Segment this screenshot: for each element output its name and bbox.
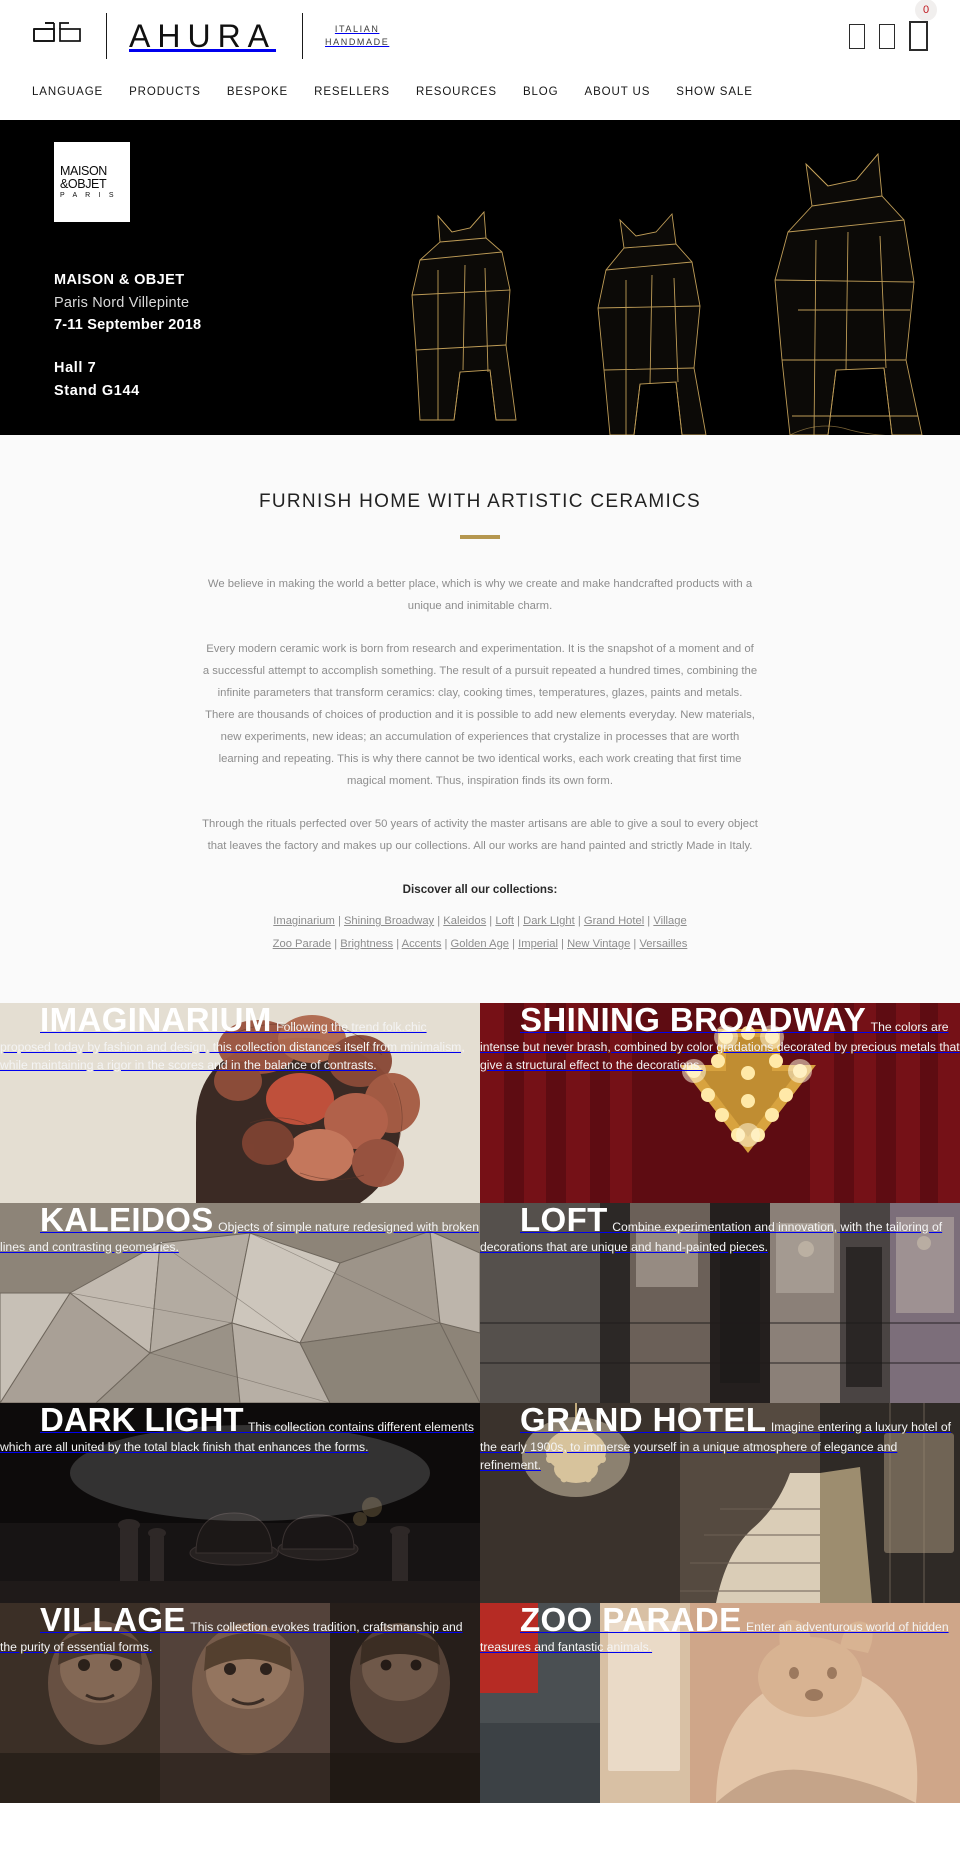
brand-divider-1 xyxy=(106,13,107,59)
hero-content: MAISON &OBJET P A R I S MAISON & OBJET P… xyxy=(0,120,960,403)
hero-event-venue: Paris Nord Villepinte xyxy=(54,294,190,311)
collection-link-kaleidos[interactable]: Kaleidos xyxy=(443,915,486,927)
intro-body: We believe in making the world a better … xyxy=(202,573,758,955)
brand-tagline-line-1: ITALIAN xyxy=(334,23,380,34)
hero-stand: Stand G144 xyxy=(54,382,140,399)
cart-count-badge: 0 xyxy=(915,0,937,21)
collection-tile-loft[interactable]: LOFT Combine experimentation and innovat… xyxy=(480,1202,960,1403)
maison-objet-logo-line-2: &OBJET xyxy=(60,176,107,191)
collection-link-brightness[interactable]: Brightness xyxy=(340,938,393,950)
page-title: FURNISH HOME WITH ARTISTIC CERAMICS xyxy=(258,491,702,512)
maison-objet-logo-line-3: P A R I S xyxy=(60,192,117,199)
tile-content-imaginarium: IMAGINARIUM Following the trend folk.chi… xyxy=(0,1003,465,1073)
collection-title: SHINING BROADWAY xyxy=(520,1002,867,1038)
link-separator: | xyxy=(509,937,519,950)
collection-link-village[interactable]: Village xyxy=(653,915,686,927)
collection-title: LOFT xyxy=(520,1202,608,1238)
nav-item-blog[interactable]: BLOG xyxy=(523,82,572,102)
main-navigation: LANGUAGE PRODUCTS BESPOKE RESELLERS RESO… xyxy=(0,72,960,112)
maison-objet-logo: MAISON &OBJET P A R I S xyxy=(54,142,130,222)
hero-hall: Hall 7 xyxy=(54,359,97,376)
nav-item-products[interactable]: PRODUCTS xyxy=(129,82,214,102)
collections-grid: IMAGINARIUM Following the trend folk.chi… xyxy=(0,1002,960,1803)
brand-tagline-line-2: HANDMADE xyxy=(325,37,390,47)
collection-link-grand-hotel[interactable]: Grand Hotel xyxy=(584,915,644,927)
discover-collections-label: Discover all our collections: xyxy=(402,883,558,897)
link-separator: | xyxy=(486,915,496,928)
nav-item-about-us[interactable]: ABOUT US xyxy=(585,82,664,102)
collection-link-new-vintage[interactable]: New Vintage xyxy=(567,938,630,950)
link-separator: | xyxy=(574,915,584,928)
intro-paragraph-1: We believe in making the world a better … xyxy=(207,578,753,613)
brand-logo-link[interactable]: AHURA ITALIAN HANDMADE xyxy=(32,13,389,59)
collection-links-row-2: Zoo Parade | Brightness | Accents | Gold… xyxy=(202,933,758,955)
hero-event-details: MAISON & OBJET Paris Nord Villepinte 7-1… xyxy=(54,270,960,403)
link-separator: | xyxy=(441,937,451,950)
brand-tagline: ITALIAN HANDMADE xyxy=(325,23,389,49)
collection-title: DARK LIGHT xyxy=(40,1402,244,1438)
nav-item-bespoke[interactable]: BESPOKE xyxy=(227,82,301,102)
collection-tile-imaginarium[interactable]: IMAGINARIUM Following the trend folk.chi… xyxy=(0,1002,480,1203)
intro-paragraph-3: Through the rituals perfected over 50 ye… xyxy=(202,818,758,853)
link-separator: | xyxy=(393,937,402,950)
collection-title: KALEIDOS xyxy=(40,1202,214,1238)
cart-wrapper[interactable]: 0 xyxy=(909,0,937,51)
collection-title: ZOO PARADE xyxy=(520,1602,742,1638)
link-separator: | xyxy=(644,915,654,928)
header-top-bar: AHURA ITALIAN HANDMADE 0 xyxy=(0,0,960,72)
collection-link-shining-broadway[interactable]: Shining Broadway xyxy=(344,915,434,927)
collection-title: IMAGINARIUM xyxy=(40,1002,272,1038)
collection-title: VILLAGE xyxy=(40,1602,186,1638)
nav-item-language[interactable]: LANGUAGE xyxy=(32,82,116,102)
collection-link-loft[interactable]: Loft xyxy=(495,915,514,927)
nav-item-resellers[interactable]: RESELLERS xyxy=(314,82,403,102)
title-divider xyxy=(460,535,500,539)
brand-divider-2 xyxy=(302,13,304,59)
collection-link-zoo-parade[interactable]: Zoo Parade xyxy=(273,938,331,950)
collection-tile-kaleidos[interactable]: KALEIDOS Objects of simple nature redesi… xyxy=(0,1202,480,1403)
collection-tile-dark-light[interactable]: DARK LIGHT This collection contains diff… xyxy=(0,1402,480,1603)
tile-content-dark-light: DARK LIGHT This collection contains diff… xyxy=(0,1403,474,1455)
collection-tile-zoo-parade[interactable]: ZOO PARADE Enter an adventurous world of… xyxy=(480,1602,960,1803)
intro-paragraph-2: Every modern ceramic work is born from r… xyxy=(202,643,758,788)
site-header: AHURA ITALIAN HANDMADE 0 LANGUAGE PRODUC… xyxy=(0,0,960,120)
link-separator: | xyxy=(334,915,344,928)
search-icon[interactable] xyxy=(849,23,865,49)
intro-section: FURNISH HOME WITH ARTISTIC CERAMICS We b… xyxy=(0,435,960,1003)
hero-event-dates: 7-11 September 2018 xyxy=(54,317,202,334)
collection-link-golden-age[interactable]: Golden Age xyxy=(451,938,509,950)
link-separator: | xyxy=(514,915,524,928)
maison-objet-logo-line-1: MAISON xyxy=(60,164,107,178)
brand-name: AHURA xyxy=(129,18,277,54)
hero-event-name: MAISON & OBJET xyxy=(54,272,185,288)
nav-item-show-sale[interactable]: SHOW SALE xyxy=(676,82,765,102)
collection-link-accents[interactable]: Accents xyxy=(402,938,442,950)
link-separator: | xyxy=(331,937,341,950)
collection-link-versailles[interactable]: Versailles xyxy=(639,938,687,950)
ahura-monogram-icon xyxy=(32,19,84,53)
link-separator: | xyxy=(434,915,444,928)
collection-tile-grand-hotel[interactable]: GRAND HOTEL Imagine entering a luxury ho… xyxy=(480,1402,960,1603)
collection-link-dark-light[interactable]: Dark LIght xyxy=(523,915,575,927)
shopping-cart-icon[interactable] xyxy=(909,21,928,51)
user-account-icon[interactable] xyxy=(879,23,895,49)
collection-link-imaginarium[interactable]: Imaginarium xyxy=(273,915,335,927)
collection-link-imperial[interactable]: Imperial xyxy=(518,938,558,950)
collection-tile-shining-broadway[interactable]: SHINING BROADWAY The colors are intense … xyxy=(480,1002,960,1203)
collection-tile-village[interactable]: VILLAGE This collection evokes tradition… xyxy=(0,1602,480,1803)
collection-links-row-1: Imaginarium | Shining Broadway | Kaleido… xyxy=(202,910,758,932)
header-actions: 0 xyxy=(849,0,937,51)
link-separator: | xyxy=(557,937,568,950)
hero-banner[interactable]: MAISON &OBJET P A R I S MAISON & OBJET P… xyxy=(0,120,960,435)
nav-item-resources[interactable]: RESOURCES xyxy=(416,82,510,102)
hero-spacer xyxy=(54,337,960,357)
collection-title: GRAND HOTEL xyxy=(520,1402,767,1438)
